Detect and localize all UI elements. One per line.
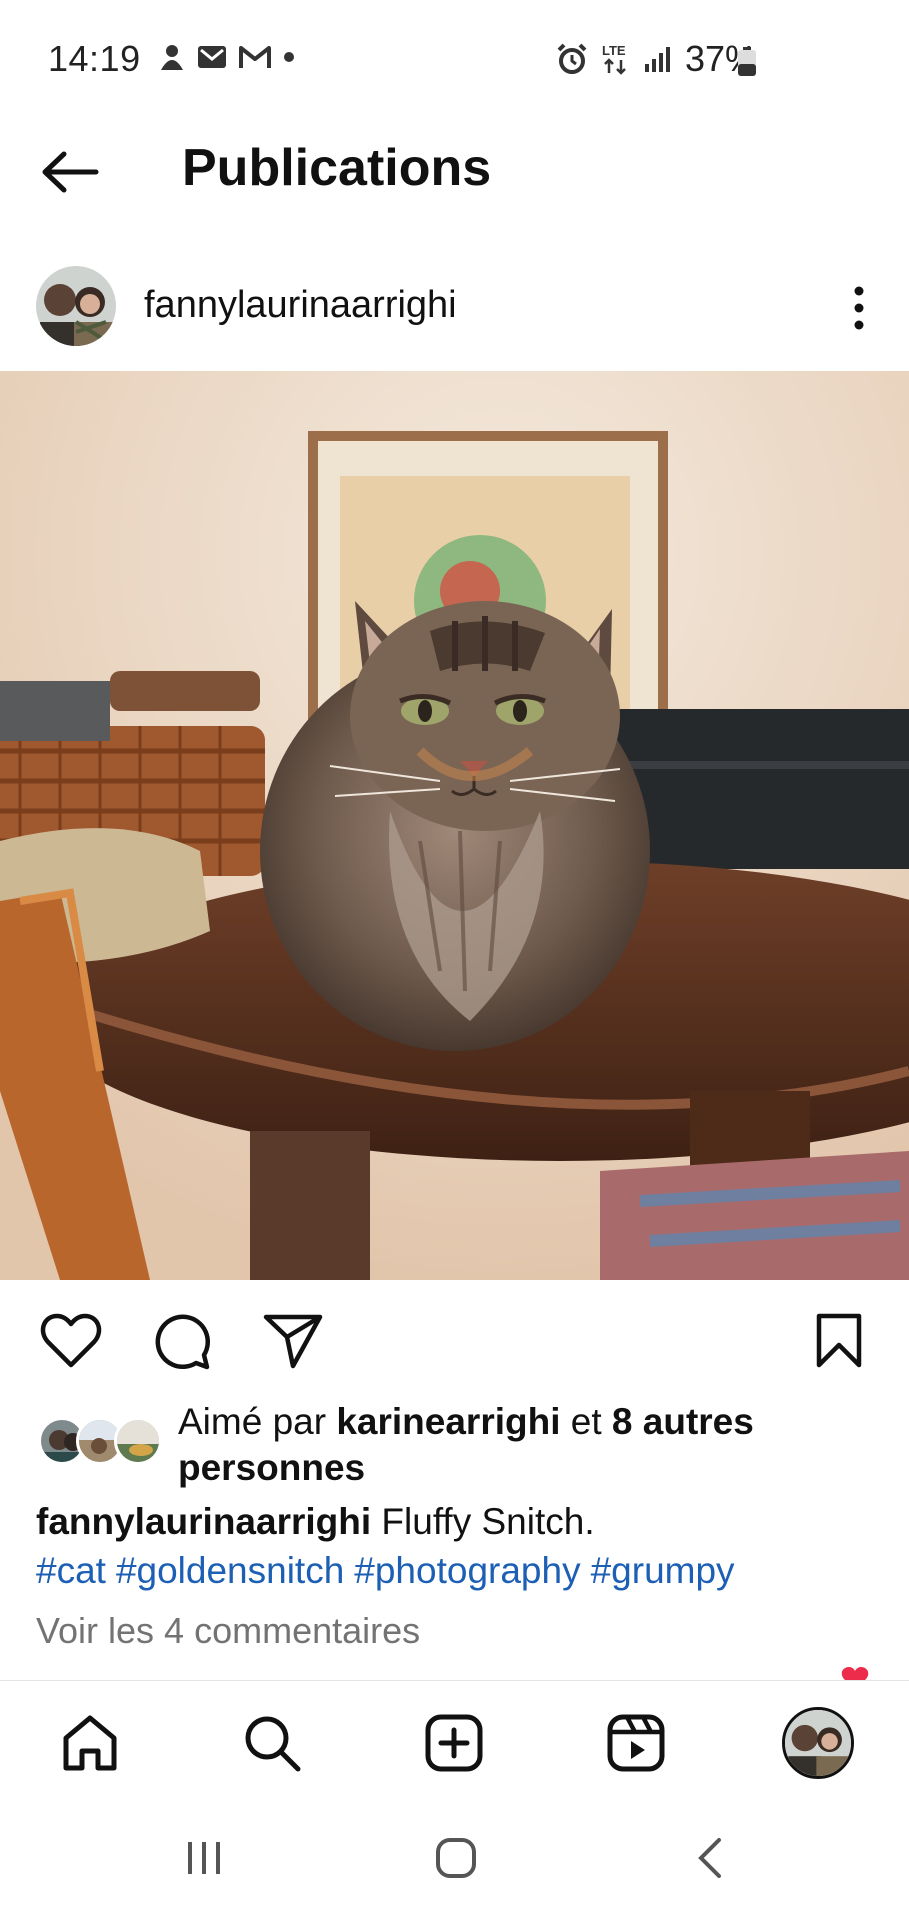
recent-apps-button[interactable] bbox=[164, 1828, 244, 1888]
nav-search-button[interactable] bbox=[232, 1703, 312, 1783]
home-circle-icon bbox=[436, 1838, 476, 1878]
liker-avatar bbox=[114, 1417, 162, 1465]
save-button[interactable] bbox=[804, 1306, 874, 1376]
status-bar: 14:19 LTE 37% bbox=[0, 0, 909, 120]
back-button[interactable] bbox=[38, 140, 102, 204]
user-avatar[interactable] bbox=[36, 266, 116, 346]
hashtag-link[interactable]: #goldensnitch bbox=[116, 1550, 344, 1591]
heart-icon bbox=[40, 1313, 102, 1368]
back-system-button[interactable] bbox=[670, 1828, 750, 1888]
more-notifications-dot-icon bbox=[284, 52, 294, 62]
view-comments-link[interactable]: Voir les 4 commentaires bbox=[36, 1610, 420, 1652]
top-bar: Publications bbox=[0, 120, 909, 220]
signal-icon bbox=[644, 47, 670, 72]
alarm-icon bbox=[557, 43, 587, 74]
comment-button[interactable] bbox=[146, 1306, 216, 1376]
avatar-photo bbox=[36, 266, 116, 346]
nav-reels-button[interactable] bbox=[596, 1703, 676, 1783]
liker-username[interactable]: karinearrighi bbox=[336, 1401, 560, 1442]
battery-icon bbox=[738, 47, 756, 76]
like-button[interactable] bbox=[36, 1306, 106, 1376]
hashtag-link[interactable]: #grumpy bbox=[591, 1550, 735, 1591]
comment-preview-clipped bbox=[36, 1662, 886, 1680]
likes-text: Aimé par karinearrighi et 8 autres perso… bbox=[178, 1399, 898, 1491]
post-header: fannylaurinaarrighi bbox=[0, 262, 909, 354]
home-system-button[interactable] bbox=[416, 1828, 496, 1888]
post-photo[interactable] bbox=[0, 371, 909, 1280]
recent-apps-icon bbox=[188, 1842, 220, 1874]
chevron-left-icon bbox=[698, 1838, 721, 1878]
comment-like-icon[interactable] bbox=[841, 1666, 869, 1680]
plus-square-icon bbox=[425, 1714, 483, 1772]
likes-prefix: Aimé par bbox=[178, 1401, 337, 1442]
notification-app-icon bbox=[161, 45, 183, 70]
more-vertical-icon bbox=[854, 286, 864, 330]
cat-photo-illustration bbox=[0, 371, 909, 1280]
lte-icon: LTE bbox=[602, 43, 626, 75]
send-icon bbox=[263, 1314, 323, 1369]
likers-avatars bbox=[38, 1417, 168, 1467]
status-time: 14:19 bbox=[48, 38, 141, 79]
caption-username[interactable]: fannylaurinaarrighi bbox=[36, 1501, 371, 1542]
caption-text: Fluffy Snitch. bbox=[371, 1501, 595, 1542]
hashtag-link[interactable]: #photography bbox=[354, 1550, 580, 1591]
home-icon bbox=[63, 1715, 117, 1771]
post-options-button[interactable] bbox=[839, 278, 879, 338]
caption-hashtags: #cat #goldensnitch #photography #grumpy bbox=[36, 1547, 896, 1595]
nav-profile-button[interactable] bbox=[778, 1703, 858, 1783]
heart-filled-icon bbox=[841, 1667, 869, 1680]
post-username[interactable]: fannylaurinaarrighi bbox=[144, 284, 457, 327]
bottom-navigation bbox=[0, 1680, 909, 1800]
nav-home-button[interactable] bbox=[50, 1703, 130, 1783]
system-navigation bbox=[0, 1800, 909, 1920]
post-actions bbox=[0, 1300, 909, 1380]
arrow-left-icon bbox=[42, 151, 99, 193]
share-button[interactable] bbox=[258, 1306, 328, 1376]
likes-summary[interactable]: Aimé par karinearrighi et 8 autres perso… bbox=[38, 1395, 898, 1495]
mail-icon bbox=[198, 46, 226, 68]
post-caption: fannylaurinaarrighi Fluffy Snitch. bbox=[36, 1498, 896, 1546]
nav-create-button[interactable] bbox=[414, 1703, 494, 1783]
search-icon bbox=[245, 1716, 301, 1772]
svg-text:LTE: LTE bbox=[602, 43, 626, 58]
page-title: Publications bbox=[182, 139, 492, 197]
likes-and: et bbox=[560, 1401, 612, 1442]
gmail-icon bbox=[239, 46, 271, 68]
hashtag-link[interactable]: #cat bbox=[36, 1550, 106, 1591]
system-status-icons: LTE 37% bbox=[555, 38, 757, 80]
reels-icon bbox=[607, 1714, 665, 1772]
comment-icon bbox=[155, 1314, 210, 1370]
bookmark-icon bbox=[816, 1313, 862, 1368]
notification-icons bbox=[158, 42, 296, 72]
profile-avatar bbox=[782, 1707, 854, 1779]
